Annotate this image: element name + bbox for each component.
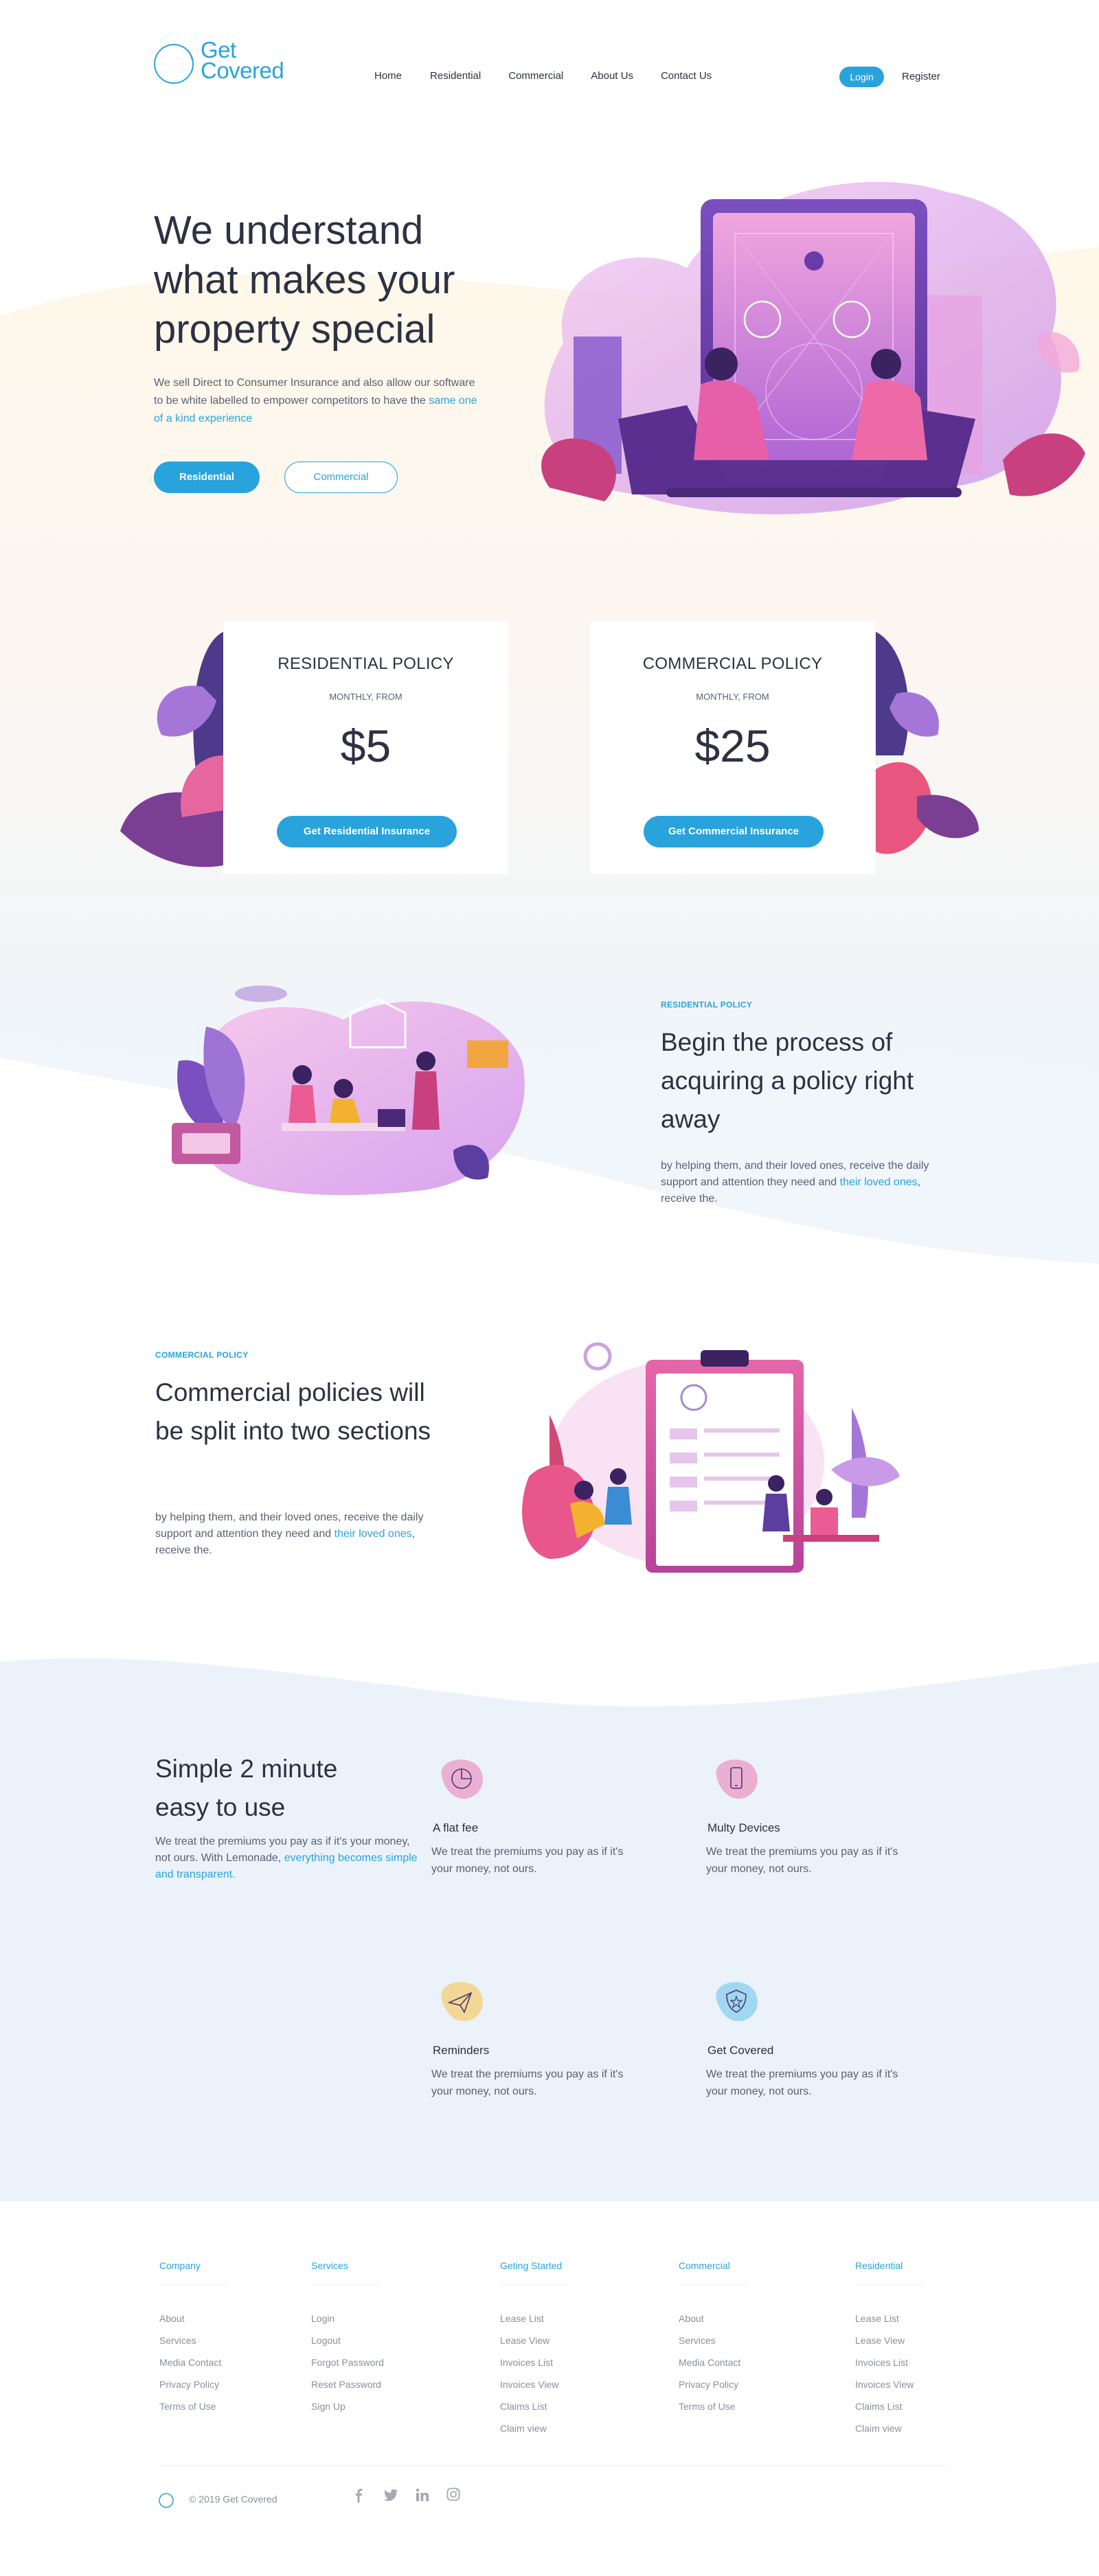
paper-plane-icon bbox=[431, 1978, 490, 2026]
footer-divider bbox=[158, 2465, 948, 2466]
phone-icon bbox=[706, 1755, 764, 1803]
footer-column-residential: Residential Lease List Lease View Invoic… bbox=[855, 2260, 924, 2439]
footer-link[interactable]: Claim view bbox=[855, 2417, 924, 2439]
nav-about-us[interactable]: About Us bbox=[591, 70, 633, 82]
footer-link[interactable]: Terms of Use bbox=[679, 2395, 747, 2417]
footer-logo-icon[interactable] bbox=[158, 2492, 174, 2509]
footer-link[interactable]: Services bbox=[679, 2329, 747, 2351]
nav-home[interactable]: Home bbox=[374, 70, 402, 82]
login-button[interactable]: Login bbox=[839, 67, 884, 87]
footer-column-commercial: Commercial About Services Media Contact … bbox=[679, 2260, 747, 2417]
pricing-left-leaves bbox=[120, 632, 223, 867]
footer-link[interactable]: Invoices View bbox=[500, 2373, 569, 2395]
features-text: We treat the premiums you pay as if it's… bbox=[155, 1836, 418, 1880]
pricing-right-leaves bbox=[876, 632, 979, 854]
nav-residential[interactable]: Residential bbox=[430, 70, 481, 82]
feature-title: Get Covered bbox=[707, 2044, 774, 2057]
footer-link[interactable]: Privacy Policy bbox=[159, 2373, 228, 2395]
footer-link[interactable]: Logout bbox=[311, 2329, 384, 2351]
commercial-section-text: by helping them, and their loved ones, r… bbox=[155, 1512, 424, 1556]
footer-link[interactable]: Invoices View bbox=[855, 2373, 924, 2395]
footer-column-heading: Residential bbox=[855, 2260, 924, 2286]
footer-link[interactable]: Invoices List bbox=[855, 2351, 924, 2373]
footer-link[interactable]: Claims List bbox=[855, 2395, 924, 2417]
residential-section-title: Begin the process of acquiring a policy … bbox=[661, 1028, 914, 1133]
residential-section-text: by helping them, and their loved ones, r… bbox=[661, 1160, 929, 1205]
footer-link[interactable]: Lease List bbox=[855, 2307, 924, 2329]
commercial-eyebrow: COMMERCIAL POLICY bbox=[155, 1350, 249, 1360]
residential-price-card: RESIDENTIAL POLICY MONTHLY, FROM $5 Get … bbox=[223, 622, 508, 874]
footer-link[interactable]: About bbox=[679, 2307, 747, 2329]
footer-link[interactable]: Reset Password bbox=[311, 2373, 384, 2395]
residential-eyebrow: RESIDENTIAL POLICY bbox=[661, 1000, 753, 1010]
feature-title: Multy Devices bbox=[707, 1821, 780, 1834]
footer-link[interactable]: Login bbox=[311, 2307, 384, 2329]
footer-link[interactable]: Privacy Policy bbox=[679, 2373, 747, 2395]
hero-illustration bbox=[541, 181, 1085, 514]
nav-contact-us[interactable]: Contact Us bbox=[661, 70, 712, 82]
logo[interactable]: Get Covered bbox=[152, 37, 317, 89]
site-header: Get Covered Home Residential Commercial … bbox=[0, 0, 1099, 137]
residential-button[interactable]: Residential bbox=[154, 461, 260, 493]
footer-column-heading: Commercial bbox=[679, 2260, 747, 2286]
logo-wordmark: Get Covered bbox=[201, 37, 284, 83]
footer-link[interactable]: Media Contact bbox=[159, 2351, 228, 2373]
footer-link[interactable]: Services bbox=[159, 2329, 228, 2351]
footer-link[interactable]: Lease View bbox=[855, 2329, 924, 2351]
residential-illustration bbox=[172, 985, 525, 1196]
commercial-price-card: COMMERCIAL POLICY MONTHLY, FROM $25 Get … bbox=[590, 622, 875, 874]
linkedin-icon[interactable] bbox=[416, 2488, 429, 2502]
footer-column-heading: Services bbox=[311, 2260, 380, 2286]
feature-title: Reminders bbox=[433, 2044, 490, 2057]
commercial-section-link[interactable]: their loved ones bbox=[335, 1528, 412, 1540]
commercial-illustration bbox=[522, 1342, 900, 1573]
twitter-icon[interactable] bbox=[383, 2489, 398, 2501]
footer-column-services: Services Login Logout Forgot Password Re… bbox=[311, 2260, 384, 2417]
feature-text: We treat the premiums you pay as if it's… bbox=[706, 1846, 898, 1875]
residential-section-link[interactable]: their loved ones bbox=[840, 1176, 918, 1188]
price-card-title: RESIDENTIAL POLICY bbox=[277, 654, 454, 673]
price-card-subtitle: MONTHLY, FROM bbox=[329, 692, 403, 702]
footer-link[interactable]: Media Contact bbox=[679, 2351, 747, 2373]
footer-column-company: Company About Services Media Contact Pri… bbox=[159, 2260, 228, 2417]
shield-star-icon bbox=[706, 1978, 764, 2026]
footer-column-heading: Geting Started bbox=[500, 2260, 569, 2286]
price-card-title: COMMERCIAL POLICY bbox=[642, 654, 823, 673]
feature-text: We treat the premiums you pay as if it's… bbox=[706, 2068, 898, 2097]
footer-link[interactable]: Lease List bbox=[500, 2307, 569, 2329]
footer-link[interactable]: About bbox=[159, 2307, 228, 2329]
hero-title: We understand what makes your property s… bbox=[154, 208, 455, 352]
get-residential-insurance-button[interactable]: Get Residential Insurance bbox=[277, 816, 457, 847]
facebook-icon[interactable] bbox=[354, 2489, 365, 2503]
footer-link[interactable]: Claims List bbox=[500, 2395, 569, 2417]
instagram-icon[interactable] bbox=[446, 2487, 460, 2501]
footer-column-heading: Company bbox=[159, 2260, 228, 2286]
price-card-value: $5 bbox=[340, 720, 392, 771]
footer-link[interactable]: Sign Up bbox=[311, 2395, 384, 2417]
commercial-section-title: Commercial policies will be split into t… bbox=[155, 1378, 431, 1445]
copyright-text: © 2019 Get Covered bbox=[189, 2494, 277, 2505]
feature-text: We treat the premiums you pay as if it's… bbox=[431, 1846, 624, 1875]
register-link[interactable]: Register bbox=[902, 71, 940, 82]
footer-column-getting-started: Geting Started Lease List Lease View Inv… bbox=[500, 2260, 569, 2439]
footer-link[interactable]: Lease View bbox=[500, 2329, 569, 2351]
feature-text: We treat the premiums you pay as if it's… bbox=[431, 2068, 624, 2097]
main-nav: Home Residential Commercial About Us Con… bbox=[374, 70, 740, 82]
pie-chart-icon bbox=[431, 1755, 490, 1803]
logo-circle-icon bbox=[154, 44, 194, 84]
commercial-button[interactable]: Commercial bbox=[284, 461, 398, 493]
footer-link[interactable]: Terms of Use bbox=[159, 2395, 228, 2417]
get-commercial-insurance-button[interactable]: Get Commercial Insurance bbox=[644, 816, 824, 847]
features-title: Simple 2 minute easy to use bbox=[155, 1755, 338, 1821]
price-card-subtitle: MONTHLY, FROM bbox=[696, 692, 769, 702]
footer-link[interactable]: Forgot Password bbox=[311, 2351, 384, 2373]
footer-link[interactable]: Invoices List bbox=[500, 2351, 569, 2373]
price-card-value: $25 bbox=[694, 720, 771, 771]
feature-title: A flat fee bbox=[433, 1821, 479, 1834]
hero-description: We sell Direct to Consumer Insurance and… bbox=[154, 377, 477, 424]
footer-link[interactable]: Claim view bbox=[500, 2417, 569, 2439]
nav-commercial[interactable]: Commercial bbox=[508, 70, 563, 82]
